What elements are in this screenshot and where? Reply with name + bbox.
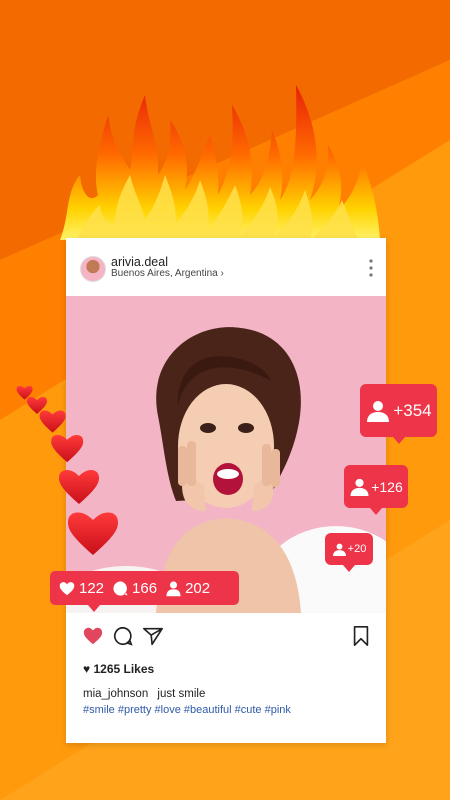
flames-icon bbox=[60, 85, 380, 243]
follower-badge-354: +354 bbox=[360, 384, 437, 444]
heart-icon bbox=[68, 512, 118, 555]
person-icon bbox=[332, 543, 346, 556]
person-icon bbox=[166, 580, 181, 596]
heart-icon bbox=[59, 582, 75, 596]
more-icon[interactable] bbox=[368, 258, 374, 278]
stat-likes-value: 122 bbox=[79, 579, 105, 597]
follower-badge-label: +126 bbox=[371, 478, 403, 495]
stat-comments: 166 bbox=[112, 580, 157, 597]
caption-username[interactable]: mia_johnson bbox=[83, 688, 148, 700]
heart-icon bbox=[39, 410, 66, 433]
follower-badge-20: +20 bbox=[325, 533, 373, 572]
caption-text: just smile bbox=[157, 688, 206, 700]
chevron-right-icon: › bbox=[220, 268, 224, 279]
follower-badge-label: +354 bbox=[393, 400, 432, 420]
person-icon bbox=[367, 400, 390, 422]
post-location[interactable]: Buenos Aires, Argentina › bbox=[111, 268, 224, 279]
bookmark-icon[interactable] bbox=[350, 625, 372, 647]
hashtags[interactable]: #smile #pretty #love #beautiful #cute #p… bbox=[83, 704, 291, 716]
comment-icon[interactable] bbox=[112, 625, 134, 647]
floating-hearts bbox=[16, 386, 118, 555]
heart-icon bbox=[59, 470, 99, 504]
post-username[interactable]: arivia.deal bbox=[111, 255, 168, 269]
likes-text: 1265 Likes bbox=[93, 662, 155, 676]
caption: mia_johnson just smile bbox=[83, 688, 205, 700]
stat-followers: 202 bbox=[165, 580, 210, 597]
follower-badge-label: +20 bbox=[347, 543, 367, 555]
stat-followers-value: 202 bbox=[185, 579, 211, 597]
small-heart-icon: ♥ bbox=[83, 662, 91, 676]
comment-icon bbox=[113, 580, 128, 596]
person-icon bbox=[350, 478, 369, 496]
avatar[interactable] bbox=[80, 256, 106, 282]
follower-badge-126: +126 bbox=[344, 465, 408, 515]
likes-count[interactable]: ♥ 1265 Likes bbox=[83, 662, 154, 676]
location-text: Buenos Aires, Argentina bbox=[111, 268, 218, 279]
share-icon[interactable] bbox=[142, 625, 164, 647]
stat-comments-value: 166 bbox=[132, 579, 158, 597]
heart-icon[interactable] bbox=[82, 625, 104, 647]
post-actions bbox=[66, 621, 386, 651]
stat-likes: 122 bbox=[58, 580, 104, 597]
engagement-stats-badge: 122 166 202 bbox=[50, 571, 239, 612]
heart-icon bbox=[51, 435, 84, 463]
post-header: arivia.deal Buenos Aires, Argentina › bbox=[66, 238, 386, 296]
